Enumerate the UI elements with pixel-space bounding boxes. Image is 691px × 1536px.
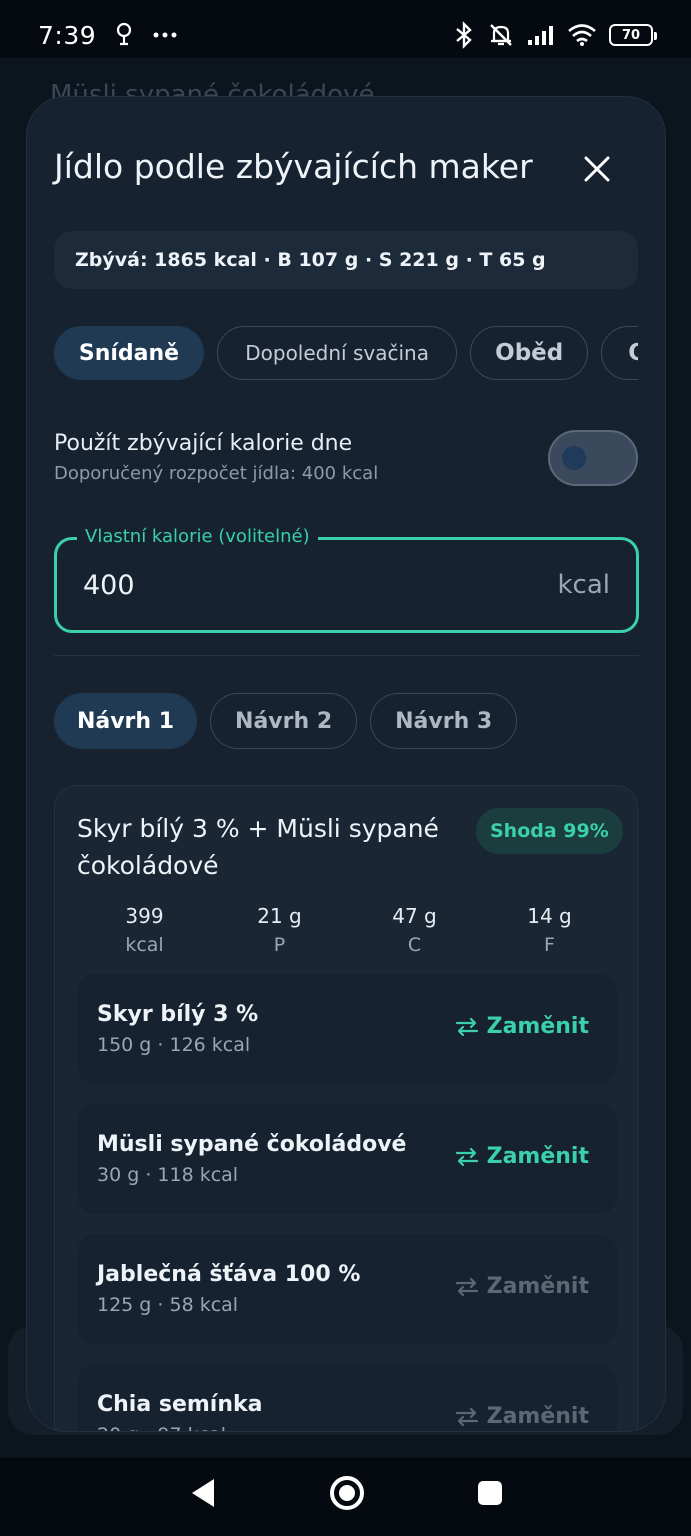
swap-icon	[455, 1017, 478, 1036]
food-item-name: Chia semínka	[97, 1392, 263, 1417]
toggle-knob	[562, 446, 586, 470]
swap-icon	[455, 1407, 478, 1426]
status-time: 7:39	[38, 20, 97, 50]
custom-kcal-legend: Vlastní kalorie (volitelné)	[77, 526, 318, 547]
location-icon	[117, 22, 132, 46]
tab-morning-snack[interactable]: Dopolední svačina	[217, 326, 458, 380]
food-item: Skyr bílý 3 % 150 g · 126 kcal Zaměnit	[77, 974, 617, 1084]
tab-breakfast[interactable]: Snídaně	[54, 326, 204, 380]
home-icon[interactable]	[328, 1474, 366, 1512]
food-item-meta: 20 g · 97 kcal	[97, 1424, 226, 1431]
food-item: Chia semínka 20 g · 97 kcal Zaměnit	[77, 1364, 617, 1431]
close-button[interactable]	[575, 147, 619, 191]
use-remaining-subtitle: Doporučený rozpočet jídla: 400 kcal	[54, 463, 379, 484]
suggestion-title: Skyr bílý 3 % + Müsli sypané čokoládové	[77, 814, 439, 880]
mute-icon	[490, 24, 512, 46]
food-item-meta: 30 g · 118 kcal	[97, 1164, 239, 1186]
food-item-name: Jablečná šťáva 100 %	[97, 1262, 361, 1287]
meal-type-tabs: Snídaně Dopolední svačina Oběd O	[54, 326, 638, 380]
food-item-name: Skyr bílý 3 %	[97, 1002, 259, 1027]
suggestion-card: Skyr bílý 3 % + Müsli sypané čokoládové …	[54, 785, 638, 1431]
macro-carbs: 47 g C	[392, 904, 437, 956]
macro-kcal: 399 kcal	[125, 904, 164, 956]
use-remaining-label: Použít zbývající kalorie dne	[54, 431, 353, 456]
food-item-meta: 150 g · 126 kcal	[97, 1034, 251, 1056]
close-icon	[584, 156, 610, 182]
bluetooth-icon	[456, 21, 472, 49]
match-badge: Shoda 99%	[476, 808, 623, 854]
food-item-meta: 125 g · 58 kcal	[97, 1294, 239, 1316]
tab-suggestion-2[interactable]: Návrh 2	[210, 693, 358, 749]
divider	[54, 655, 639, 656]
swap-button-disabled[interactable]: Zaměnit	[455, 1404, 589, 1429]
suggestion-tabs: Návrh 1 Návrh 2 Návrh 3	[54, 693, 525, 749]
food-item: Müsli sypané čokoládové 30 g · 118 kcal …	[77, 1104, 617, 1214]
tab-suggestion-3[interactable]: Návrh 3	[370, 693, 518, 749]
tab-suggestion-1[interactable]: Návrh 1	[54, 693, 197, 749]
swap-button-disabled[interactable]: Zaměnit	[455, 1274, 589, 1299]
swap-icon	[455, 1277, 478, 1296]
tab-next[interactable]: O	[601, 326, 638, 380]
swap-button[interactable]: Zaměnit	[455, 1144, 589, 1169]
macro-protein: 21 g P	[257, 904, 302, 956]
macro-summary: 399 kcal 21 g P 47 g C 14 g F	[77, 904, 617, 956]
swap-icon	[455, 1147, 478, 1166]
wifi-icon	[568, 24, 596, 46]
battery-indicator: 70	[609, 24, 657, 46]
sheet-title: Jídlo podle zbývajících maker	[54, 147, 533, 186]
macro-fat: 14 g F	[527, 904, 572, 956]
meal-by-macros-sheet: Jídlo podle zbývajících maker Zbývá: 186…	[26, 96, 666, 1432]
back-icon[interactable]	[188, 1477, 218, 1509]
food-item: Jablečná šťáva 100 % 125 g · 58 kcal Zam…	[77, 1234, 617, 1344]
swap-button[interactable]: Zaměnit	[455, 1014, 589, 1039]
custom-kcal-unit: kcal	[557, 570, 610, 600]
more-icon	[153, 32, 177, 38]
food-item-name: Müsli sypané čokoládové	[97, 1132, 407, 1157]
custom-kcal-input[interactable]	[83, 570, 463, 601]
use-remaining-toggle[interactable]	[548, 430, 638, 486]
tab-lunch[interactable]: Oběd	[470, 326, 589, 380]
remaining-summary: Zbývá: 1865 kcal · B 107 g · S 221 g · T…	[54, 231, 638, 289]
recents-icon[interactable]	[476, 1479, 504, 1507]
system-nav-bar	[0, 1450, 691, 1536]
custom-kcal-field[interactable]: Vlastní kalorie (volitelné) kcal	[54, 526, 639, 633]
signal-icon	[528, 26, 553, 45]
